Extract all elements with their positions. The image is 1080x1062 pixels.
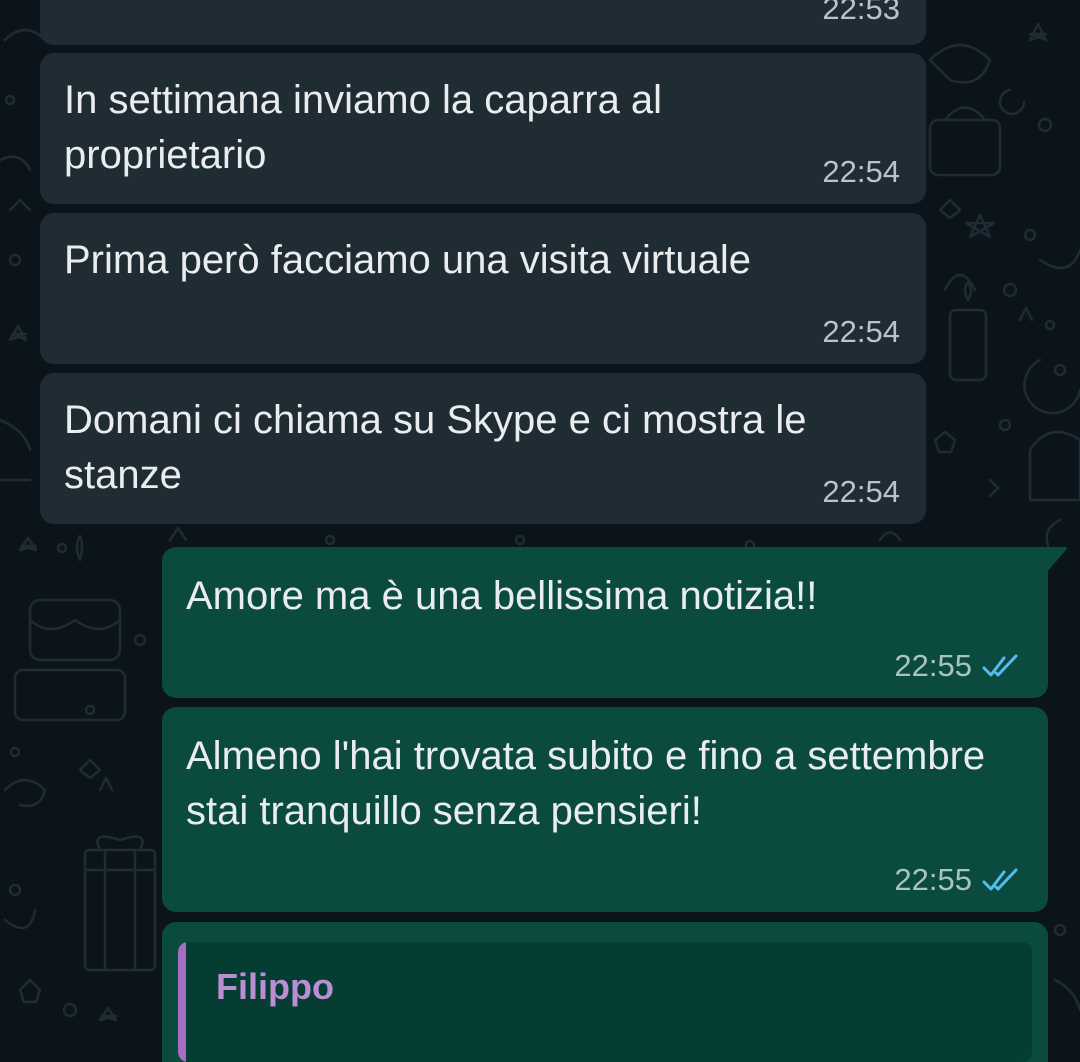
message-meta: 22:54 — [822, 474, 900, 510]
message-text: In settimana inviamo la caparra al propr… — [64, 78, 663, 177]
incoming-message-bubble[interactable]: In settimana inviamo la caparra al propr… — [40, 53, 926, 204]
double-check-read-icon — [982, 868, 1018, 891]
message-time: 22:55 — [894, 862, 972, 897]
incoming-message-bubble[interactable]: Prima però facciamo una visita virtuale … — [40, 213, 926, 364]
message-meta: 22:54 — [822, 314, 900, 350]
bubble-tail — [1046, 547, 1067, 573]
message-meta: 22:54 — [822, 154, 900, 190]
message-time: 22:53 — [822, 0, 900, 26]
quote-accent-bar — [178, 942, 186, 1062]
message-time: 22:55 — [894, 648, 972, 683]
quoted-message-author: Filippo — [216, 966, 334, 1007]
outgoing-message-bubble[interactable]: Amore ma è una bellissima notizia!! 22:5… — [162, 547, 1067, 698]
message-meta: 22:55 — [894, 648, 1022, 684]
message-meta: 22:53 — [822, 0, 900, 27]
message-meta: 22:55 — [894, 862, 1022, 898]
message-text: Prima però facciamo una visita virtuale — [64, 238, 751, 282]
message-time: 22:54 — [822, 154, 900, 189]
message-text: Domani ci chiama su Skype e ci mostra le… — [64, 398, 807, 497]
double-check-read-icon — [982, 654, 1018, 677]
quoted-message-preview[interactable]: Filippo — [178, 942, 1032, 1062]
incoming-message-bubble[interactable]: Domani ci chiama su Skype e ci mostra le… — [40, 373, 926, 524]
outgoing-reply-message-bubble[interactable]: Filippo — [162, 922, 1048, 1062]
message-text: Amore ma è una bellissima notizia!! — [186, 574, 818, 618]
incoming-message-bubble[interactable]: 22:53 — [40, 0, 926, 45]
outgoing-message-bubble[interactable]: Almeno l'hai trovata subito e fino a set… — [162, 707, 1048, 912]
message-time: 22:54 — [822, 314, 900, 349]
message-text: Almeno l'hai trovata subito e fino a set… — [186, 734, 986, 833]
chat-message-list[interactable]: 22:53 In settimana inviamo la caparra al… — [0, 0, 1080, 1062]
message-time: 22:54 — [822, 474, 900, 509]
